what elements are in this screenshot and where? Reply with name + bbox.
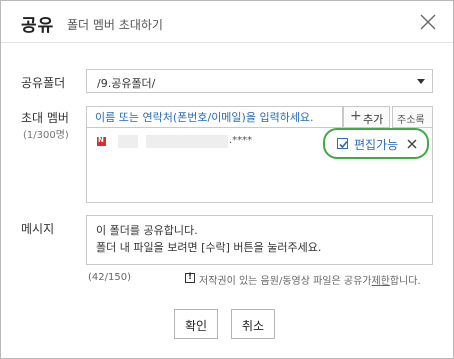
addressbook-label: 주소록 — [397, 115, 425, 126]
message-char-count: (42/150) — [88, 272, 131, 283]
chevron-down-icon — [417, 79, 425, 84]
copyright-notice: 저작권이 있는 음원/동영상 파일은 공유가제한합니다. — [199, 272, 421, 287]
copyright-notice-text: 저작권이 있는 음원/동영상 파일은 공유가 — [199, 276, 372, 287]
plus-icon: + — [350, 108, 362, 124]
invite-input[interactable] — [87, 107, 342, 127]
message-line-1: 이 폴더를 공유합니다. — [96, 224, 198, 237]
copyright-notice-suffix: 합니다. — [389, 276, 421, 287]
restriction-link[interactable]: 제한 — [371, 276, 389, 287]
naver-icon: N — [97, 136, 106, 146]
naver-icon-letter: N — [98, 136, 104, 144]
confirm-button[interactable]: 확인 — [174, 309, 218, 339]
permission-badge: 편집가능 — [323, 128, 429, 159]
invite-limit: (1/300명) — [23, 130, 69, 141]
folder-label: 공유폴더 — [21, 76, 66, 90]
cancel-label: 취소 — [241, 319, 265, 333]
message-label: 메시지 — [21, 222, 55, 236]
add-member-button[interactable]: + 추가 — [343, 106, 390, 128]
warning-icon: ! — [185, 272, 195, 283]
dialog-header: 공유 폴더 멤버 초대하기 — [1, 1, 453, 43]
invite-label: 초대 멤버 — [21, 111, 69, 125]
addressbook-button[interactable]: 주소록 — [392, 106, 433, 128]
warning-icon-glyph: ! — [188, 272, 193, 282]
redacted-name — [118, 135, 138, 148]
redacted-email — [146, 135, 228, 148]
folder-select[interactable]: /9.공유폴더/ — [86, 69, 433, 93]
message-textarea[interactable]: 이 폴더를 공유합니다. 폴더 내 파일을 보려면 [수락] 버튼을 눌러주세요… — [86, 215, 433, 265]
member-email-suffix: .**** — [229, 135, 253, 146]
share-dialog: 공유 폴더 멤버 초대하기 공유폴더 /9.공유폴더/ 초대 멤버 (1/300… — [0, 0, 454, 359]
close-icon[interactable] — [418, 12, 438, 32]
edit-permission-label[interactable]: 편집가능 — [354, 136, 398, 153]
folder-select-value: /9.공유폴더/ — [97, 77, 156, 90]
dialog-title: 공유 — [21, 16, 55, 36]
confirm-label: 확인 — [184, 319, 208, 333]
invite-input-wrapper — [86, 106, 343, 128]
checkbox-checked-icon[interactable] — [337, 138, 348, 149]
remove-member-icon[interactable] — [405, 136, 419, 150]
add-member-label: 추가 — [363, 113, 384, 126]
dialog-subtitle: 폴더 멤버 초대하기 — [67, 18, 163, 32]
message-line-2: 폴더 내 파일을 보려면 [수락] 버튼을 눌러주세요. — [96, 241, 322, 254]
cancel-button[interactable]: 취소 — [231, 309, 275, 339]
